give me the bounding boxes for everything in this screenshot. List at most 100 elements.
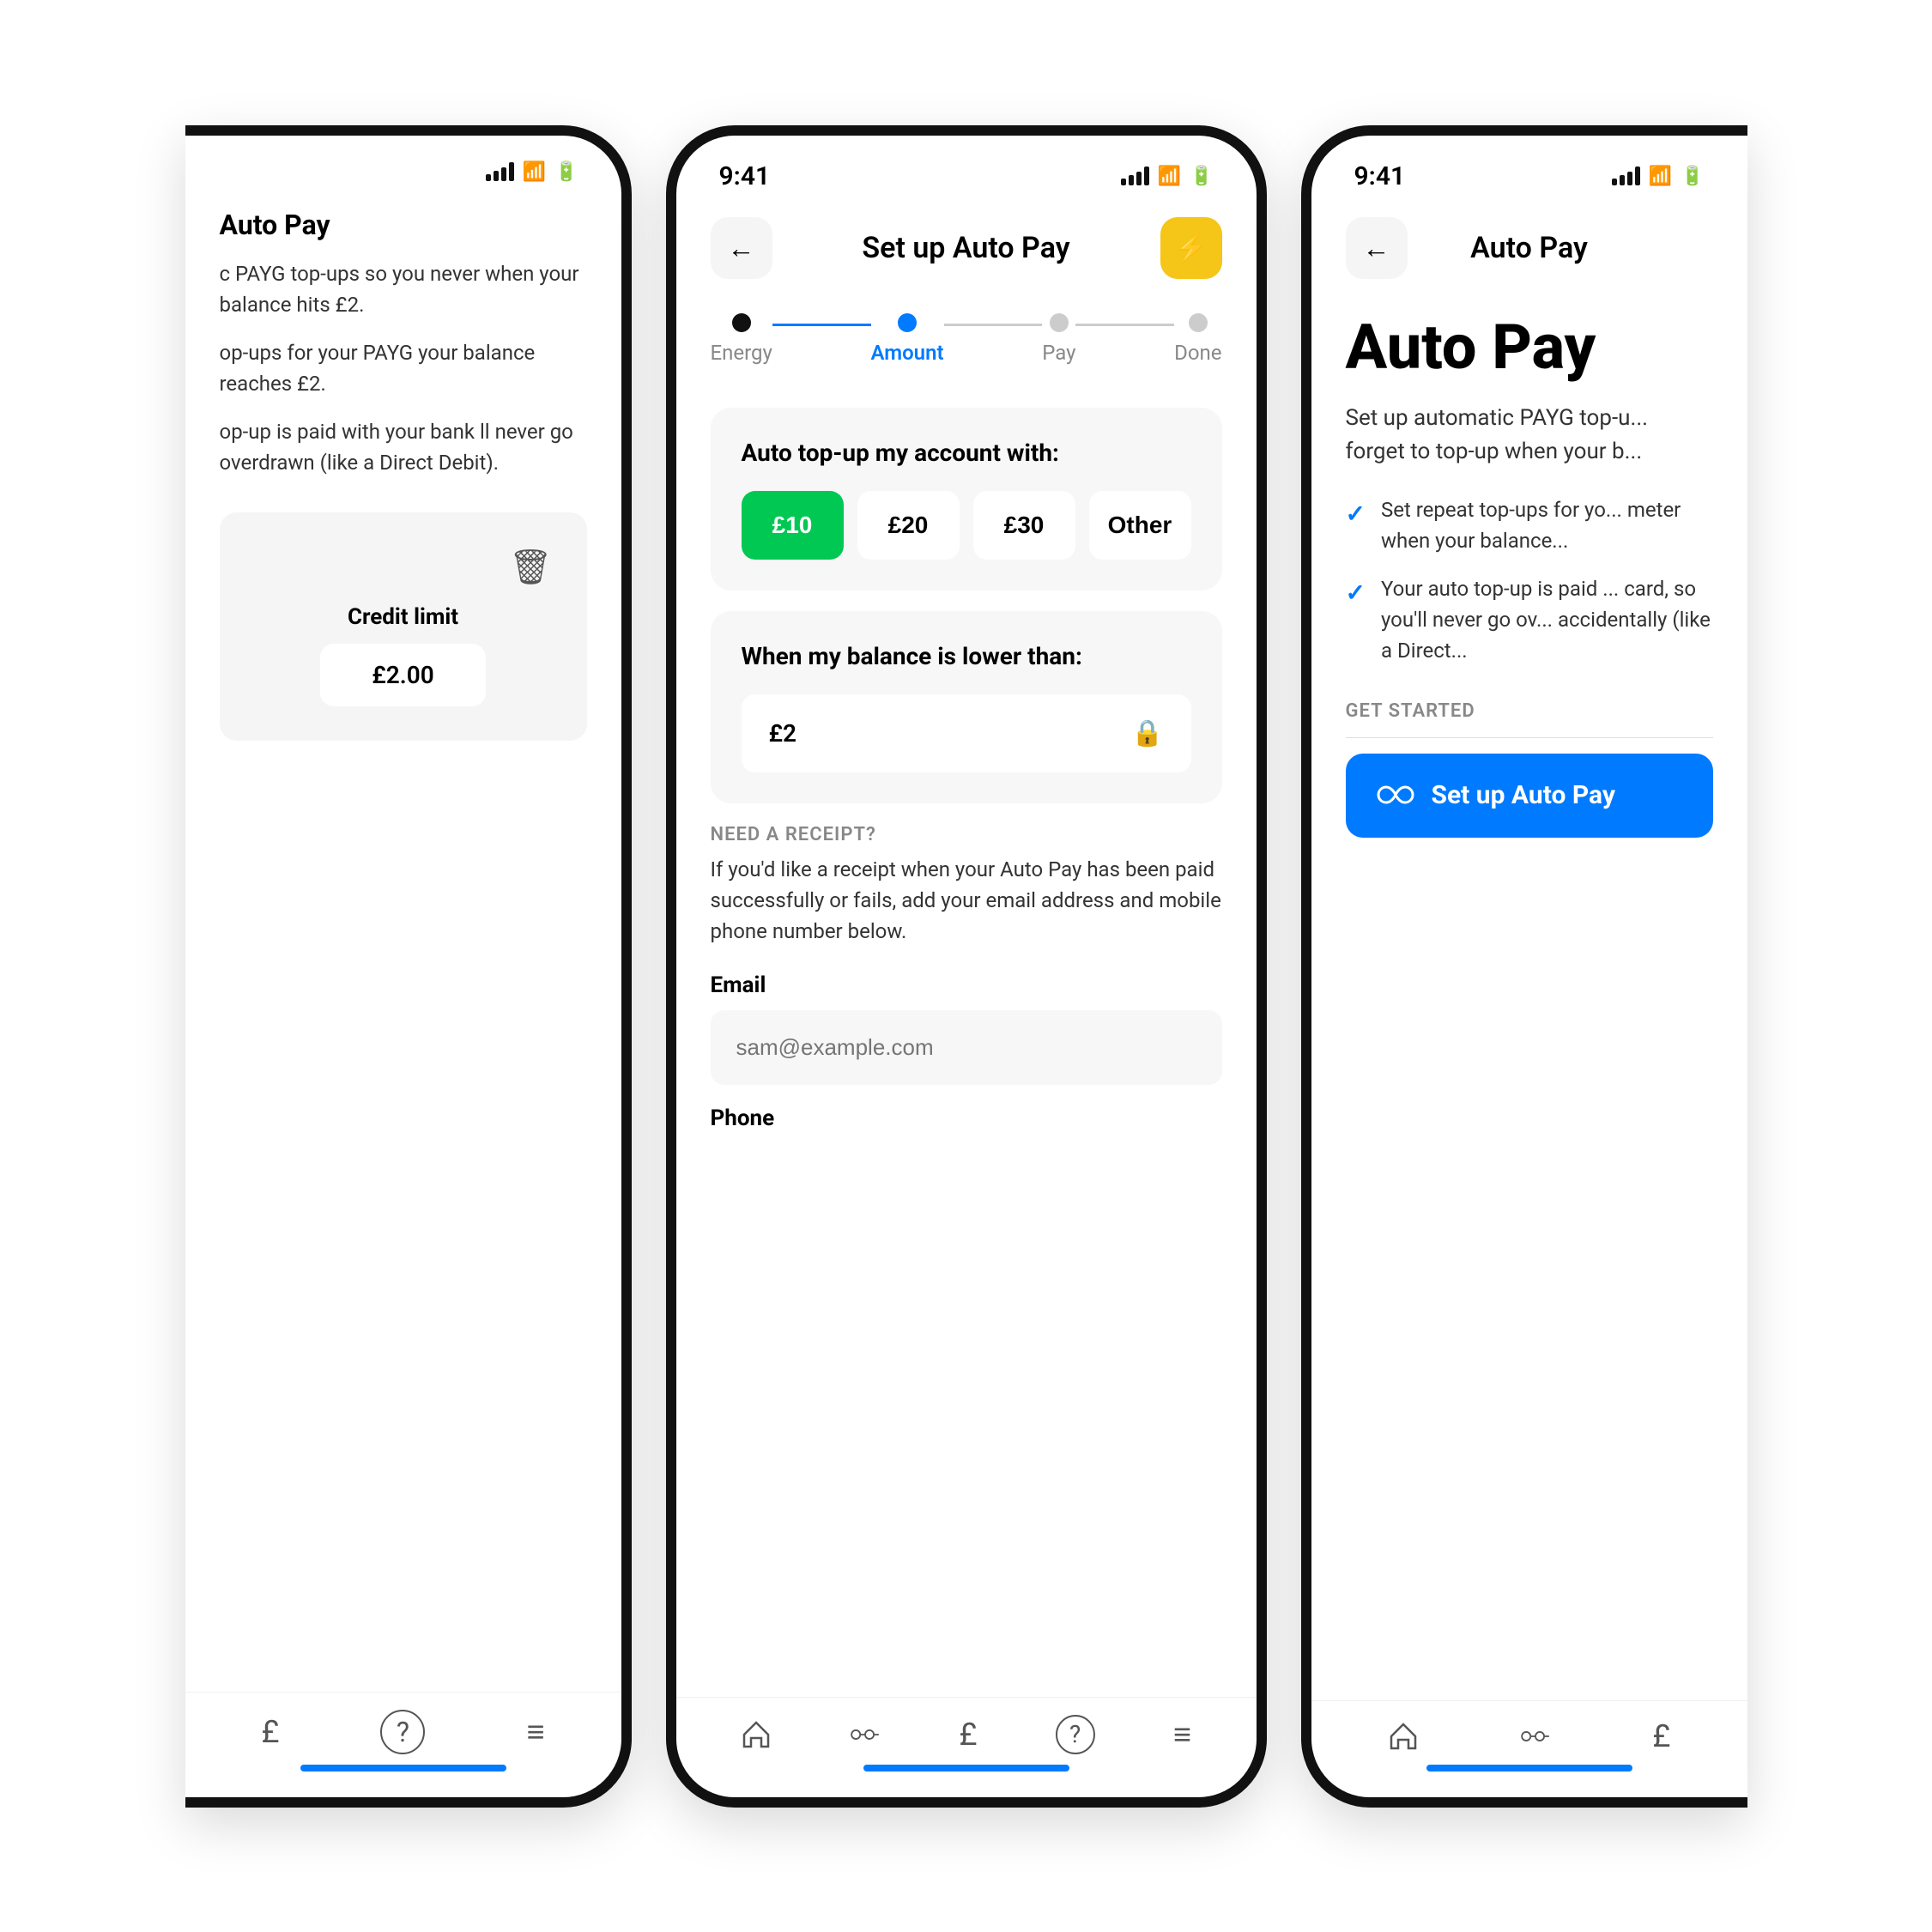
nav-menu-center[interactable]: ≡ — [1173, 1717, 1191, 1753]
step-label-energy: Energy — [711, 341, 772, 365]
step-label-amount: Amount — [871, 341, 944, 365]
email-label: Email — [711, 972, 1222, 998]
nav-title-right: Auto Pay — [1470, 231, 1588, 265]
check-text-2: Your auto top-up is paid ... card, so yo… — [1381, 573, 1713, 666]
signal-icon-right — [1612, 167, 1640, 185]
step-done: Done — [1174, 313, 1221, 365]
center-content: Auto top-up my account with: £10 £20 £30… — [676, 391, 1257, 1697]
nav-pound-right[interactable]: £ — [1652, 1718, 1670, 1754]
check-item-1: ✓ Set repeat top-ups for yo... meter whe… — [1346, 494, 1713, 556]
body-text-2: op-ups for your PAYG your balance reache… — [220, 337, 587, 399]
bottom-nav-left: £ ? ≡ — [185, 1692, 621, 1797]
step-dot-pay — [1050, 313, 1069, 332]
bottom-nav-center: £ ? ≡ — [676, 1697, 1257, 1797]
wifi-icon-left: 📶 — [523, 161, 546, 183]
nav-header-right: ← Auto Pay — [1311, 200, 1747, 296]
amount-other[interactable]: Other — [1089, 491, 1191, 560]
topup-card: Auto top-up my account with: £10 £20 £30… — [711, 408, 1222, 591]
email-input[interactable] — [711, 1010, 1222, 1085]
check-item-2: ✓ Your auto top-up is paid ... card, so … — [1346, 573, 1713, 666]
phone-right: 9:41 📶 🔋 ← Auto Pay Auto Pay Set up a — [1301, 125, 1747, 1808]
status-bar-center: 9:41 📶 🔋 — [676, 136, 1257, 200]
wifi-icon-center: 📶 — [1158, 166, 1181, 187]
nav-header-center: ← Set up Auto Pay ⚡ — [676, 200, 1257, 296]
step-dot-energy — [732, 313, 751, 332]
page-title-left: Auto Pay — [220, 209, 587, 241]
back-arrow-center: ← — [728, 232, 755, 264]
receipt-section: NEED A RECEIPT? If you'd like a receipt … — [711, 824, 1222, 1160]
divider-line — [1346, 737, 1713, 738]
progress-steps: Energy Amount Pay Done — [676, 296, 1257, 391]
autopay-desc: Set up automatic PAYG top-u...forget to … — [1346, 402, 1713, 469]
status-bar-left: 📶 🔋 — [185, 136, 621, 191]
battery-icon-left: 🔋 — [554, 161, 578, 183]
wifi-icon-right: 📶 — [1649, 166, 1672, 187]
infinity-icon — [1377, 778, 1414, 814]
nav-help-center[interactable]: ? — [1056, 1715, 1095, 1754]
nav-help-left[interactable]: ? — [380, 1710, 425, 1754]
check-mark-1: ✓ — [1346, 496, 1366, 532]
step-amount: Amount — [871, 313, 944, 365]
nav-pound-left[interactable]: £ — [262, 1714, 280, 1750]
amount-buttons: £10 £20 £30 Other — [742, 491, 1191, 560]
body-text-1: c PAYG top-ups so you never when your ba… — [220, 258, 587, 320]
back-arrow-right: ← — [1363, 232, 1390, 264]
battery-icon-right: 🔋 — [1681, 166, 1704, 187]
left-content: Auto Pay c PAYG top-ups so you never whe… — [185, 191, 621, 1692]
get-started-label: GET STARTED — [1346, 700, 1713, 722]
bottom-nav-right: £ — [1311, 1700, 1747, 1797]
battery-icon-center: 🔋 — [1190, 166, 1213, 187]
credit-label: Credit limit — [348, 604, 458, 630]
phone-label: Phone — [711, 1105, 1222, 1131]
topup-title: Auto top-up my account with: — [742, 439, 1191, 467]
credit-value: £2.00 — [320, 644, 486, 706]
step-line-3 — [1075, 324, 1174, 326]
lightning-button[interactable]: ⚡ — [1160, 217, 1222, 279]
step-label-pay: Pay — [1042, 341, 1075, 365]
lightning-icon: ⚡ — [1174, 232, 1208, 264]
nav-pound-center[interactable]: £ — [960, 1717, 978, 1753]
autopay-heading: Auto Pay — [1346, 313, 1713, 381]
phone-left: 📶 🔋 Auto Pay c PAYG top-ups so you never… — [185, 125, 632, 1808]
receipt-desc: If you'd like a receipt when your Auto P… — [711, 854, 1222, 947]
amount-30[interactable]: £30 — [973, 491, 1075, 560]
balance-input-row: £2 🔒 — [742, 694, 1191, 772]
status-bar-right: 9:41 📶 🔋 — [1311, 136, 1747, 200]
back-button-right[interactable]: ← — [1346, 217, 1408, 279]
nav-home-center[interactable] — [741, 1719, 772, 1750]
check-list: ✓ Set repeat top-ups for yo... meter whe… — [1346, 494, 1713, 666]
balance-card: When my balance is lower than: £2 🔒 — [711, 611, 1222, 803]
setup-autopay-button[interactable]: Set up Auto Pay — [1346, 754, 1713, 838]
setup-btn-text: Set up Auto Pay — [1432, 780, 1615, 810]
step-line-1 — [772, 324, 871, 326]
amount-20[interactable]: £20 — [857, 491, 960, 560]
trash-icon[interactable]: 🗑 — [509, 547, 553, 587]
step-line-2 — [944, 324, 1043, 326]
scene: 📶 🔋 Auto Pay c PAYG top-ups so you never… — [0, 0, 1932, 1932]
amount-10[interactable]: £10 — [742, 491, 844, 560]
signal-icon-left — [486, 162, 514, 181]
receipt-label: NEED A RECEIPT? — [711, 824, 1222, 845]
check-mark-2: ✓ — [1346, 575, 1366, 611]
balance-title: When my balance is lower than: — [742, 642, 1191, 670]
step-pay: Pay — [1042, 313, 1075, 365]
nav-home-right[interactable] — [1388, 1721, 1419, 1752]
status-time-right: 9:41 — [1354, 161, 1406, 191]
step-energy: Energy — [711, 313, 772, 365]
signal-icon-center — [1121, 167, 1149, 185]
nav-menu-left[interactable]: ≡ — [526, 1714, 544, 1750]
step-label-done: Done — [1174, 341, 1221, 365]
back-button-center[interactable]: ← — [711, 217, 772, 279]
step-dot-amount — [898, 313, 917, 332]
phone-center: 9:41 📶 🔋 ← Set up Auto Pay ⚡ — [666, 125, 1267, 1808]
lock-icon: 🔒 — [1131, 718, 1163, 748]
body-text-3: op-up is paid with your bank ll never go… — [220, 416, 587, 478]
step-dot-done — [1189, 313, 1208, 332]
check-text-1: Set repeat top-ups for yo... meter when … — [1381, 494, 1713, 556]
nav-activity-center[interactable] — [850, 1726, 881, 1743]
credit-card: 🗑 Credit limit £2.00 — [220, 512, 587, 741]
nav-activity-right[interactable] — [1520, 1728, 1551, 1745]
balance-value: £2 — [769, 719, 797, 748]
status-time-center: 9:41 — [719, 161, 771, 191]
nav-title-center: Set up Auto Pay — [862, 231, 1069, 265]
